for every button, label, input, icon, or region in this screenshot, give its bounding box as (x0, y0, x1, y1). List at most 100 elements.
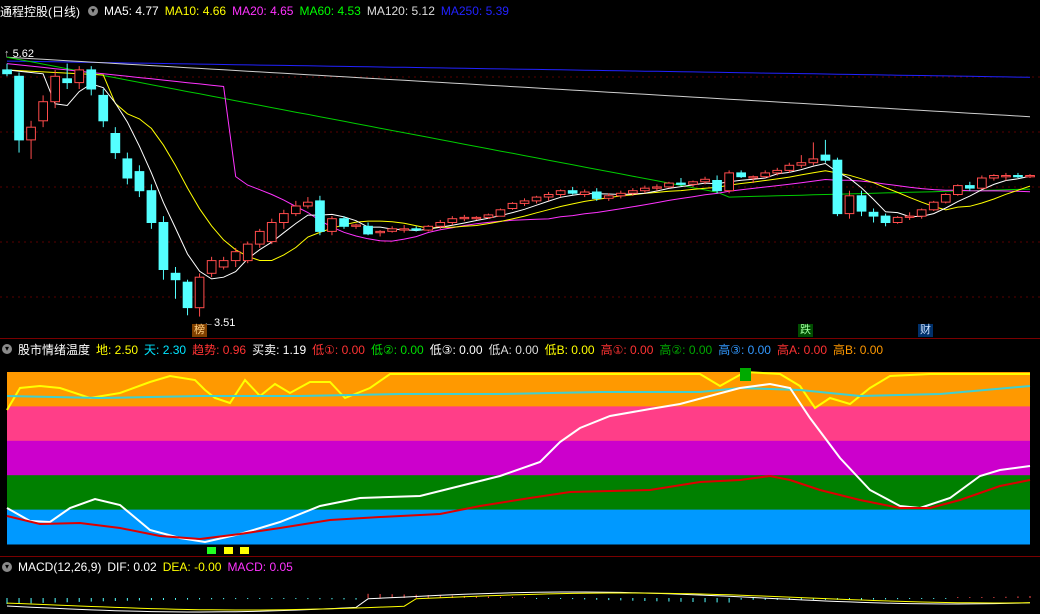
candle-body (796, 162, 807, 166)
candle-body (435, 222, 446, 227)
candle-body (989, 175, 999, 179)
macd-chart[interactable] (0, 576, 1040, 614)
candle-body (579, 191, 590, 195)
ma-label-3: MA60: 4.53 (299, 4, 361, 18)
candle-body (868, 211, 879, 217)
candle-body (748, 176, 759, 179)
candle-body (182, 281, 193, 309)
candle-body (38, 101, 48, 122)
low-signal (240, 547, 249, 554)
candle-body (676, 182, 686, 185)
mood-band (7, 509, 1030, 545)
high-price-label: ↑ 5.62 (4, 48, 34, 60)
marker-bang[interactable]: 榜 (192, 324, 207, 337)
candle-body (880, 215, 891, 224)
candle-body (688, 181, 698, 185)
mood-label-8: 低B: 0.00 (544, 342, 595, 357)
candle-body (844, 195, 855, 215)
macd-label-0: DIF: 0.02 (107, 560, 157, 574)
candle-body (339, 218, 349, 227)
mood-label-1: 天: 2.30 (144, 342, 187, 357)
ma120-line (6, 56, 1031, 118)
ma-label-1: MA10: 4.66 (164, 4, 227, 18)
candle-body (700, 178, 710, 183)
chevron-down-icon[interactable]: ▾ (2, 562, 12, 572)
candle-body (291, 205, 301, 215)
candle-body (1013, 175, 1023, 178)
ma250-line (6, 60, 1031, 78)
candle-body (363, 225, 373, 235)
candle-body (279, 213, 289, 224)
candle-body (640, 187, 650, 192)
candle-body (399, 228, 409, 231)
candlestick-chart[interactable] (0, 22, 1040, 338)
candle-body (664, 182, 674, 188)
ma-label-2: MA20: 4.65 (232, 4, 294, 18)
candle-body (14, 75, 24, 141)
candle-body (652, 186, 662, 189)
mood-label-10: 高②: 0.00 (659, 342, 713, 357)
candle-body (892, 216, 903, 223)
low-price-label: ←3.51 (203, 317, 236, 329)
candle-body (965, 185, 975, 189)
candle-body (820, 154, 831, 161)
candle-body (459, 216, 470, 220)
mood-label-0: 地: 2.50 (96, 342, 139, 357)
ma-label-5: MA250: 5.39 (440, 4, 509, 18)
mood-label-12: 高A: 0.00 (776, 342, 828, 357)
dea-line (6, 592, 1031, 611)
low-signal (207, 547, 216, 554)
stock-title: 通程控股(日线) (0, 4, 80, 19)
candle-body (206, 260, 217, 274)
macd-title: MACD(12,26,9) (18, 560, 102, 574)
candle-body (98, 94, 109, 122)
candle-body (736, 172, 746, 178)
chevron-down-icon[interactable]: ▾ (2, 344, 12, 354)
candle-body (916, 209, 927, 217)
candle-body (351, 224, 361, 227)
candle-body (904, 215, 915, 218)
candle-body (50, 75, 60, 103)
candle-body (555, 190, 566, 195)
mood-legend: 地: 2.50 天: 2.30 趋势: 0.96 买卖: 1.19 低①: 0.00 低②… (96, 341, 889, 358)
candle-body (62, 78, 72, 84)
mood-label-9: 高①: 0.00 (600, 342, 654, 357)
candle-body (134, 171, 145, 192)
candle-body (507, 202, 518, 209)
candle-body (74, 69, 85, 84)
candle-body (977, 177, 987, 189)
candle-body (194, 276, 205, 309)
macd-label-1: DEA: -0.00 (162, 560, 222, 574)
ma60-line (6, 56, 1031, 198)
candle-body (387, 228, 397, 232)
candle-body (531, 196, 542, 202)
marker-cai[interactable]: 财 (918, 324, 933, 337)
candle-body (1025, 175, 1035, 178)
mood-label-3: 买卖: 1.19 (252, 342, 307, 357)
macd-label-2: MACD: 0.05 (227, 560, 293, 574)
candle-body (242, 243, 253, 262)
mood-temperature-chart[interactable] (0, 358, 1040, 554)
candle-body (495, 209, 506, 217)
candle-body (928, 201, 939, 211)
candle-body (375, 230, 385, 234)
mood-label-5: 低②: 0.00 (370, 342, 424, 357)
candle-body (447, 218, 458, 223)
marker-die[interactable]: 跌 (798, 324, 813, 337)
mood-band (7, 372, 1030, 407)
candle-body (760, 172, 771, 178)
candle-body (628, 190, 638, 194)
candle-body (122, 158, 133, 179)
candle-body (315, 200, 325, 232)
chevron-down-icon[interactable]: ▾ (88, 6, 98, 16)
candle-body (724, 172, 734, 192)
candle-body (808, 158, 819, 164)
mood-title: 股市情绪温度 (18, 342, 91, 357)
candle-body (543, 194, 554, 198)
candle-body (591, 191, 602, 199)
high-signal (740, 368, 751, 381)
mood-label-4: 低①: 0.00 (312, 342, 365, 357)
candle-body (170, 272, 181, 281)
candle-body (2, 69, 12, 75)
candle-body (832, 159, 843, 215)
